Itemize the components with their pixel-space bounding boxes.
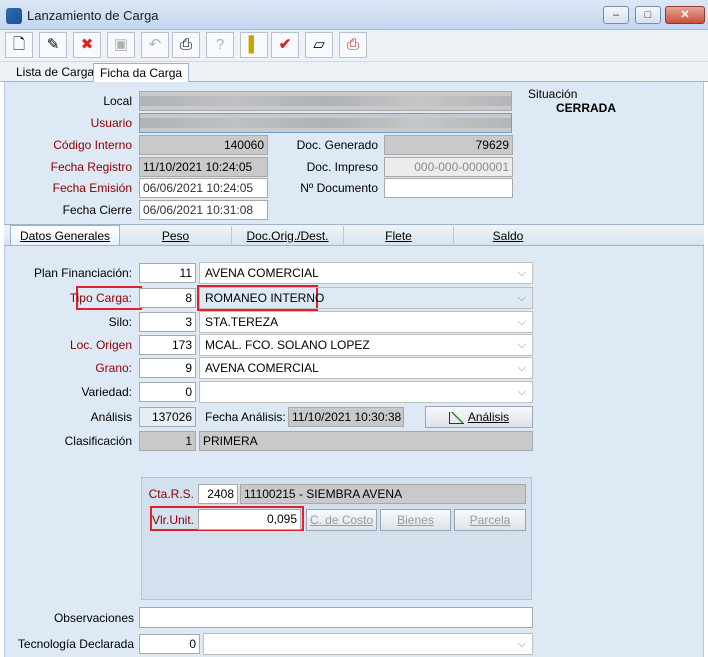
fecha-registro-field: 11/10/2021 10:24:05 [139,157,268,177]
local-field [139,91,512,111]
analisis-code: 137026 [139,407,196,427]
no-documento-field[interactable] [384,178,513,198]
plan-financiacion-combo[interactable]: AVENA COMERCIAL ⌵ [199,262,533,284]
subtab-doc-orig-dest[interactable]: Doc.Orig./Dest. [232,226,344,246]
doc-generado-field: 79629 [384,135,513,155]
no-documento-label: Nº Documento [300,181,378,195]
usuario-field[interactable] [139,113,512,133]
tipo-carga-label: Tipo Carga: [69,291,132,305]
tecnologia-combo[interactable]: ⌵ [203,633,533,655]
help-icon[interactable]: ? [206,32,234,58]
vlr-unit-label: Vlr.Unit. [152,513,195,527]
doc-impreso-label: Doc. Impreso [306,160,378,174]
tipo-carga-code[interactable]: 8 [139,288,196,308]
clasificacion-value: PRIMERA [199,431,533,451]
chart-icon [448,411,464,424]
tab-ficha-da-carga[interactable]: Ficha da Carga [93,63,190,82]
chevron-down-icon: ⌵ [517,386,526,398]
silo-code[interactable]: 3 [139,312,196,332]
bienes-button[interactable]: Bienes [380,509,451,531]
app-icon [6,8,22,24]
tecnologia-label: Tecnología Declarada [17,637,134,651]
subtab-saldo[interactable]: Saldo [454,226,562,246]
print-icon[interactable]: ⎙ [172,32,200,58]
vlr-unit-field[interactable]: 0,095 [198,509,301,530]
minimize-button[interactable]: – [603,6,629,24]
silo-label: Silo: [108,315,132,329]
clasificacion-code: 1 [139,431,196,451]
chevron-down-icon: ⌵ [517,339,526,351]
fecha-registro-label: Fecha Registro [50,160,132,174]
grano-code[interactable]: 9 [139,358,196,378]
codigo-interno-label: Código Interno [53,138,132,152]
analisis-label: Análisis [90,410,132,424]
cta-rs-code[interactable]: 2408 [198,484,238,504]
tab-lista-de-cargas[interactable]: Lista de Cargas [10,63,106,82]
doc-impreso-field: 000-000-0000001 [384,157,513,177]
parcela-button[interactable]: Parcela [454,509,526,531]
tecnologia-code[interactable]: 0 [139,634,200,654]
maximize-button[interactable]: □ [635,6,661,24]
fecha-emision-field[interactable]: 06/06/2021 10:24:05 [139,178,268,198]
variedad-combo[interactable]: ⌵ [199,381,533,403]
situacion-value: CERRADA [556,101,616,115]
subtab-flete[interactable]: Flete [344,226,454,246]
grano-label: Grano: [95,361,132,375]
loc-origen-label: Loc. Origen [69,338,132,352]
loc-origen-code[interactable]: 173 [139,335,196,355]
confirm-icon[interactable]: ✔ [271,32,299,58]
analisis-button[interactable]: Análisis [425,406,533,428]
fecha-cierre-label: Fecha Cierre [62,203,132,217]
cta-rs-value: 11100215 - SIEMBRA AVENA [240,484,526,504]
fecha-emision-label: Fecha Emisión [52,181,132,195]
save-icon[interactable]: ▣ [107,32,135,58]
chevron-down-icon: ⌵ [517,292,526,304]
observaciones-label: Observaciones [53,611,134,625]
tipo-carga-combo[interactable]: ROMANEO INTERNO ⌵ [199,287,533,309]
subtab-peso[interactable]: Peso [120,226,232,246]
doc-generado-label: Doc. Generado [296,138,378,152]
observaciones-field[interactable] [139,607,533,628]
close-button[interactable]: ✕ [665,6,705,24]
fecha-cierre-field[interactable]: 06/06/2021 10:31:08 [139,200,268,220]
situacion-label: Situación [528,87,578,101]
delete-document-icon[interactable]: ✖ [73,32,101,58]
undo-icon[interactable]: ↶ [141,32,169,58]
chevron-down-icon: ⌵ [517,638,526,650]
variedad-label: Variedad: [81,385,132,399]
chevron-down-icon: ⌵ [517,362,526,374]
cta-rs-label: Cta.R.S. [148,487,194,501]
edit-document-icon[interactable]: ✎ [39,32,67,58]
usuario-label: Usuario [90,116,132,130]
variedad-code[interactable]: 0 [139,382,196,402]
plan-financiacion-label: Plan Financiación: [33,266,132,280]
plan-financiacion-code[interactable]: 11 [139,263,196,283]
centro-costo-button[interactable]: C. de Costo [306,509,377,531]
exit-icon[interactable]: ▌ [240,32,268,58]
fecha-analisis-label: Fecha Análisis: [205,410,286,424]
print-report-icon[interactable]: ⎙ [339,32,367,58]
eraser-icon[interactable]: ▱ [305,32,333,58]
loc-origen-combo[interactable]: MCAL. FCO. SOLANO LOPEZ ⌵ [199,334,533,356]
codigo-interno-field: 140060 [139,135,268,155]
fecha-analisis-field: 11/10/2021 10:30:38 [288,407,404,427]
chevron-down-icon: ⌵ [517,267,526,279]
chevron-down-icon: ⌵ [517,316,526,328]
local-label: Local [103,94,132,108]
subtab-datos-generales[interactable]: Datos Generales [10,225,120,245]
window-title: Lanzamiento de Carga [27,8,159,23]
clasificacion-label: Clasificación [64,434,132,448]
silo-combo[interactable]: STA.TEREZA ⌵ [199,311,533,333]
new-document-icon[interactable]: 🗋 [5,32,33,58]
grano-combo[interactable]: AVENA COMERCIAL ⌵ [199,357,533,379]
